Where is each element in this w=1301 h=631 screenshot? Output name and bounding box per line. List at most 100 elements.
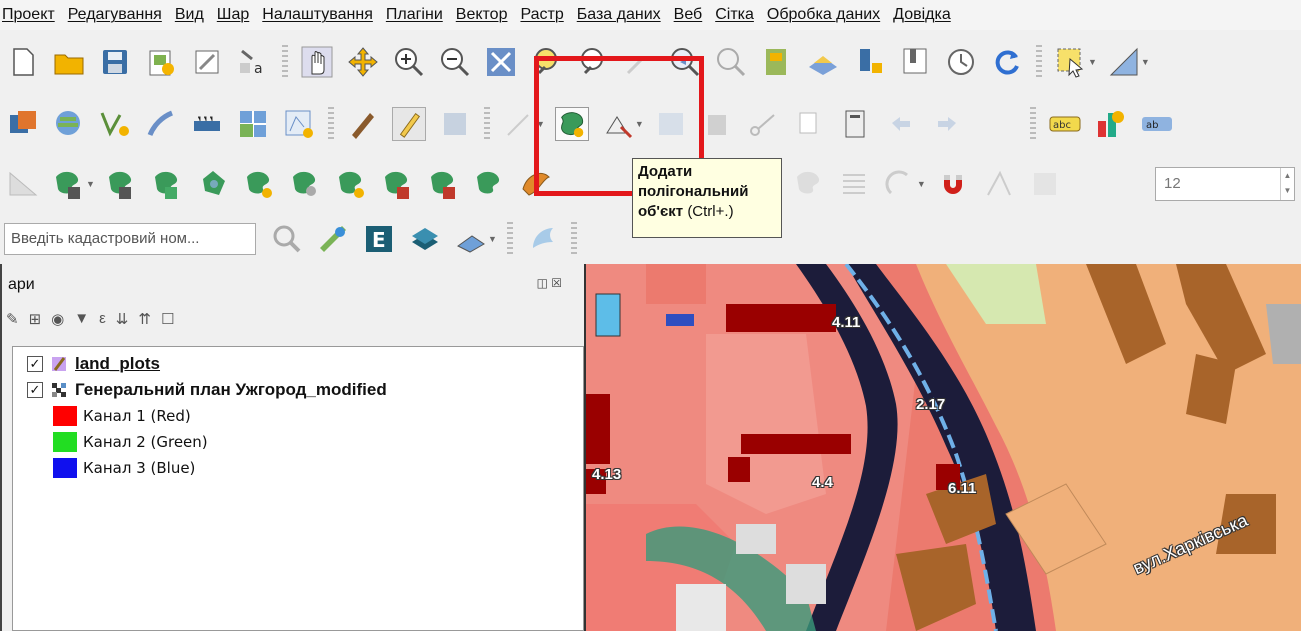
cadastral-number-input[interactable]: Введіть кадастровий ном... <box>4 223 256 255</box>
add-delimited-text-icon[interactable] <box>144 107 178 141</box>
chevron-down-icon[interactable]: ▼ <box>86 179 95 189</box>
new-bookmark-icon[interactable] <box>852 45 886 79</box>
pan-map-icon[interactable] <box>300 45 334 79</box>
new-project-icon[interactable] <box>6 45 40 79</box>
add-wms-layer-icon[interactable] <box>52 107 86 141</box>
toolbar-separator <box>1029 107 1036 141</box>
expand-all-icon[interactable]: ⇊ <box>116 310 129 328</box>
menu-processing[interactable]: Обробка даних <box>767 6 880 24</box>
layer-tree: ✓ land_plots ✓ Генеральний план Ужгород_… <box>12 346 584 631</box>
rotate-label-icon <box>837 167 871 201</box>
offset-curve-icon[interactable] <box>427 167 461 201</box>
temporal-controller-icon[interactable] <box>944 45 978 79</box>
label-abc-icon[interactable]: abc <box>1048 107 1082 141</box>
new-map-view-icon[interactable] <box>760 45 794 79</box>
remove-layer-icon[interactable]: ☐ <box>161 310 174 328</box>
add-vector-layer-icon[interactable] <box>98 107 132 141</box>
menu-mesh[interactable]: Сітка <box>715 6 754 24</box>
panel-float-close-icon[interactable]: ◫ ☒ <box>537 276 562 290</box>
chevron-down-icon[interactable]: ▼ <box>1088 57 1097 67</box>
zoom-in-icon[interactable] <box>392 45 426 79</box>
rotate-feature-icon[interactable] <box>197 167 231 201</box>
add-ring-icon[interactable] <box>105 167 139 201</box>
layer-visibility-checkbox[interactable]: ✓ <box>27 356 43 372</box>
menu-vector[interactable]: Вектор <box>456 6 508 24</box>
delete-part-icon[interactable] <box>335 167 369 201</box>
add-database-layer-icon[interactable] <box>190 107 224 141</box>
layout-manager-icon[interactable] <box>190 45 224 79</box>
new-print-layout-icon[interactable] <box>144 45 178 79</box>
zoom-full-icon[interactable] <box>484 45 518 79</box>
style-layer-icon[interactable]: ✎ <box>6 310 19 328</box>
refresh-icon[interactable] <box>990 45 1024 79</box>
zoom-out-icon[interactable] <box>438 45 472 79</box>
undo-icon <box>884 107 918 141</box>
paste-features-icon[interactable] <box>838 107 872 141</box>
save-edits-icon <box>438 107 472 141</box>
open-project-icon[interactable] <box>52 45 86 79</box>
split-features-icon[interactable] <box>473 167 507 201</box>
svg-text:abc: abc <box>1053 120 1071 131</box>
menu-web[interactable]: Веб <box>674 6 703 24</box>
menu-project[interactable]: Проект <box>2 6 55 24</box>
layer-item-general-plan[interactable]: ✓ Генеральний план Ужгород_modified <box>27 379 387 401</box>
layers-panel: ари ◫ ☒ ✎ ⊞ ◉ ▼ ε ⇊ ⇈ ☐ ✓ land_plots ✓ Г… <box>0 264 584 631</box>
map-canvas[interactable]: 4.11 2.17 4.13 4.4 6.11 <box>584 264 1301 631</box>
map-raster <box>586 264 1301 631</box>
fill-ring-icon[interactable] <box>151 167 185 201</box>
menu-help[interactable]: Довідка <box>893 6 951 24</box>
search-icon[interactable] <box>270 222 304 256</box>
add-part-icon[interactable] <box>52 167 86 201</box>
menu-raster[interactable]: Растр <box>520 6 563 24</box>
reshape-features-icon[interactable] <box>381 167 415 201</box>
menu-settings[interactable]: Налаштування <box>262 6 373 24</box>
toolbar-separator <box>328 107 334 141</box>
show-bookmarks-icon[interactable] <box>898 45 932 79</box>
menu-plugins[interactable]: Плагіни <box>386 6 443 24</box>
chevron-down-icon[interactable]: ▼ <box>488 234 497 244</box>
menu-database[interactable]: База даних <box>577 6 661 24</box>
chevron-down-icon[interactable]: ▼ <box>917 179 926 189</box>
cadastre-tools-icon[interactable] <box>454 222 488 256</box>
manage-visibility-icon[interactable]: ◉ <box>51 310 64 328</box>
raster-layer-icon <box>52 383 66 397</box>
style-manager-icon[interactable]: a <box>236 45 270 79</box>
chevron-down-icon[interactable]: ▼ <box>1141 57 1150 67</box>
add-raster-layer-icon[interactable] <box>236 107 270 141</box>
snapping-tolerance-spinbox[interactable]: 12 ▲ ▼ <box>1155 167 1295 201</box>
menu-view[interactable]: Вид <box>175 6 204 24</box>
svg-text:E: E <box>372 228 386 252</box>
label-pin-icon[interactable]: ab <box>1140 107 1174 141</box>
copy-features-icon <box>792 107 826 141</box>
cadastre-stack-icon[interactable] <box>408 222 442 256</box>
add-group-icon[interactable]: ⊞ <box>29 310 42 328</box>
new-3d-view-icon[interactable] <box>806 45 840 79</box>
e-service-icon[interactable]: E <box>362 222 396 256</box>
select-features-icon[interactable] <box>1054 45 1088 79</box>
layer-name: land_plots <box>75 354 161 373</box>
add-mesh-layer-icon[interactable] <box>282 107 316 141</box>
save-project-icon[interactable] <box>98 45 132 79</box>
toggle-editing-icon[interactable] <box>392 107 426 141</box>
menu-edit[interactable]: Редагування <box>68 6 162 24</box>
current-edits-icon[interactable] <box>346 107 380 141</box>
filter-expression-icon[interactable]: ε <box>99 310 106 328</box>
simplify-feature-icon[interactable] <box>243 167 277 201</box>
collapse-all-icon[interactable]: ⇈ <box>138 310 151 328</box>
data-source-manager-icon[interactable] <box>6 107 40 141</box>
menu-layer[interactable]: Шар <box>217 6 249 24</box>
layer-item-land-plots[interactable]: ✓ land_plots <box>27 353 160 375</box>
filter-legend-icon[interactable]: ▼ <box>74 310 89 328</box>
layer-visibility-checkbox[interactable]: ✓ <box>27 382 43 398</box>
pan-to-selection-icon[interactable] <box>346 45 380 79</box>
spin-arrows-icon[interactable]: ▲ ▼ <box>1280 168 1294 200</box>
map-label: 4.13 <box>592 466 622 483</box>
cadastre-map-icon[interactable] <box>316 222 350 256</box>
menu-bar: Проект Редагування Вид Шар Налаштування … <box>0 0 1301 30</box>
delete-ring-icon[interactable] <box>289 167 323 201</box>
snapping-magnet-icon[interactable] <box>936 167 970 201</box>
select-by-value-icon[interactable] <box>1107 45 1141 79</box>
band-label: Канал 3 (Blue) <box>83 459 196 477</box>
globe-icon[interactable] <box>525 222 559 256</box>
diagram-icon[interactable] <box>1094 107 1128 141</box>
